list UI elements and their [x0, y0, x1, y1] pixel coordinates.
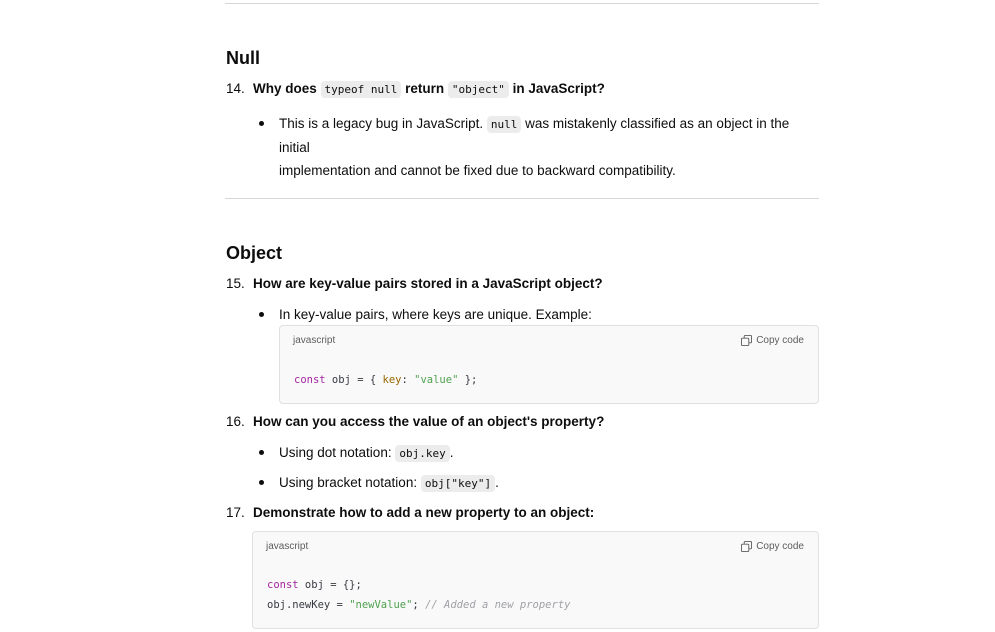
code-plain: };	[458, 374, 478, 386]
copy-icon	[741, 335, 753, 346]
code-block: javascript Copy code const obj = { key: …	[279, 325, 819, 404]
question-text: Demonstrate how to add a new property to…	[253, 505, 595, 520]
question-number: 14.	[226, 81, 245, 96]
answer-text: Using dot notation: obj.key.	[279, 441, 453, 465]
code-plain: obj.newKey =	[267, 599, 350, 611]
question-17: 17. Demonstrate how to add a new property…	[226, 505, 594, 520]
question-text: in JavaScript?	[508, 81, 605, 96]
question-number: 17.	[226, 505, 245, 520]
code-block: javascript Copy code const obj = {}; obj…	[252, 531, 819, 629]
question-number: 15.	[226, 276, 245, 291]
answer-text-part: Using dot notation:	[279, 445, 396, 460]
question-number: 16.	[226, 414, 245, 429]
question-text: How are key-value pairs stored in a Java…	[253, 276, 603, 291]
question-text: Why does	[253, 81, 321, 96]
answer-text-part: implementation and cannot be fixed due t…	[279, 163, 676, 178]
copy-code-button[interactable]: Copy code	[741, 335, 804, 346]
section-divider	[225, 198, 819, 199]
question-15: 15. How are key-value pairs stored in a J…	[226, 276, 603, 291]
section-heading-null: Null	[226, 48, 260, 68]
code-plain: obj = {	[325, 374, 383, 386]
code-plain: obj = {};	[298, 579, 362, 591]
section-heading-object: Object	[226, 243, 283, 263]
code-content: const obj = {}; obj.newKey = "newValue";…	[267, 575, 570, 615]
inline-code: obj.key	[395, 445, 450, 462]
code-comment: // Added a new property	[425, 599, 571, 611]
inline-code: obj["key"]	[420, 475, 496, 492]
bullet-dot	[259, 312, 264, 317]
code-keyword: const	[294, 374, 326, 386]
code-keyword: const	[267, 579, 299, 591]
code-plain: ;	[412, 599, 426, 611]
answer-text-part: .	[495, 475, 499, 490]
copy-code-button[interactable]: Copy code	[741, 541, 804, 552]
answer-text: Using bracket notation: obj["key"].	[279, 471, 499, 495]
answer-text-part: Using bracket notation:	[279, 475, 421, 490]
inline-code: null	[486, 116, 522, 133]
code-plain: :	[401, 374, 415, 386]
answer-text-part: .	[449, 445, 454, 460]
question-14: 14. Why does typeof null return "object" …	[226, 81, 605, 98]
code-property: key	[382, 374, 402, 386]
inline-code: "object"	[447, 81, 509, 98]
copy-icon	[741, 541, 753, 552]
bullet-dot	[259, 121, 264, 126]
code-string: "newValue"	[349, 599, 413, 611]
question-text: How can you access the value of an objec…	[253, 414, 605, 429]
inline-code: typeof null	[320, 81, 402, 98]
question-16: 16. How can you access the value of an ob…	[226, 414, 604, 429]
answer-text-part: This is a legacy bug in JavaScript.	[279, 116, 487, 131]
code-language-label: javascript	[293, 335, 336, 346]
answer-text: This is a legacy bug in JavaScript. null…	[279, 112, 819, 182]
bullet-dot	[259, 450, 264, 455]
code-language-label: javascript	[266, 541, 309, 552]
question-text: return	[401, 81, 448, 96]
code-content: const obj = { key: "value" };	[294, 370, 477, 390]
answer-text: In key-value pairs, where keys are uniqu…	[279, 307, 592, 322]
section-divider-top	[225, 3, 819, 4]
copy-code-label: Copy code	[756, 541, 804, 552]
bullet-dot	[259, 480, 264, 485]
copy-code-label: Copy code	[756, 335, 804, 346]
code-string: "value"	[414, 374, 459, 386]
